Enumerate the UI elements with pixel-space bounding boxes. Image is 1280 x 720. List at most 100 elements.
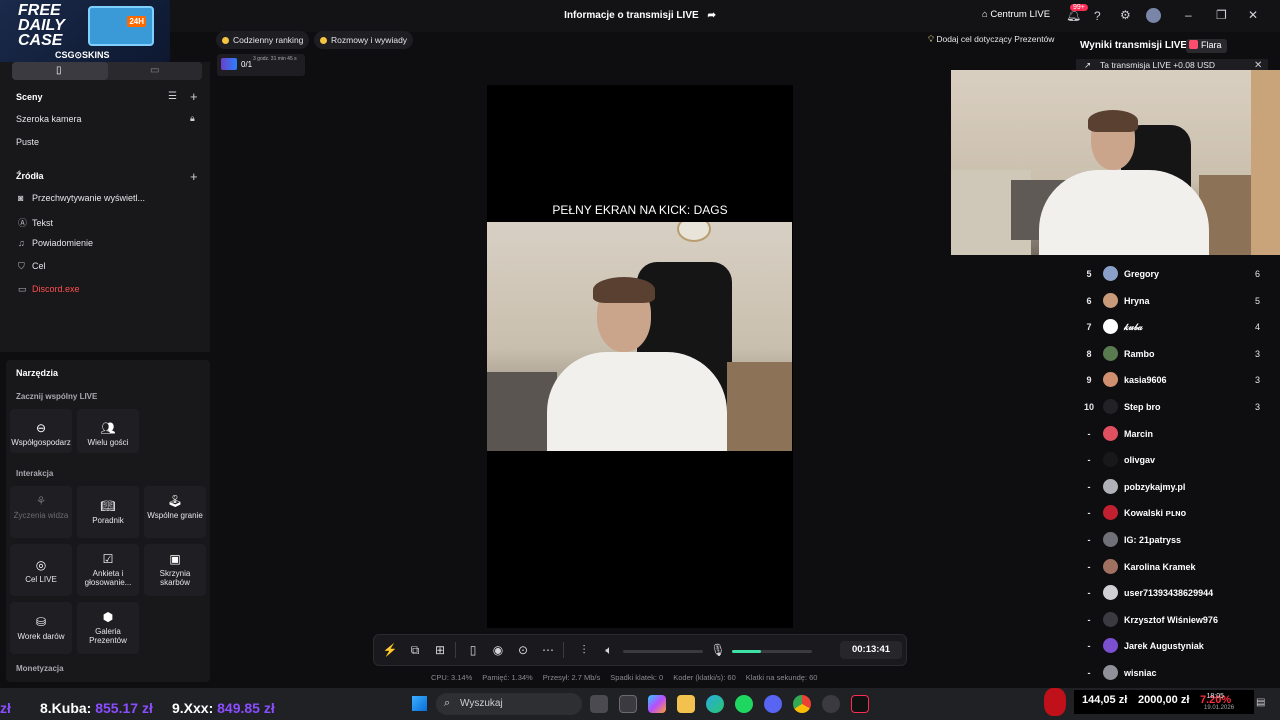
phone-icon[interactable]: ▯ (463, 643, 483, 657)
window-icon: ▭ (18, 284, 27, 294)
avatar (1103, 266, 1118, 281)
folder-icon[interactable] (677, 695, 695, 713)
ranking-row[interactable]: - wisniac (1076, 661, 1270, 685)
ranking-row[interactable]: - olivgav (1076, 448, 1270, 472)
add-gift-goal-button[interactable]: 💡︎ Dodaj cel dotyczący Prezentów (928, 34, 1064, 48)
minimize-icon[interactable]: – (1185, 8, 1192, 22)
volume-slider[interactable] (623, 650, 703, 653)
ranking-row[interactable]: - Karolina Kramek (1076, 555, 1270, 579)
discord-icon[interactable] (764, 695, 782, 713)
record-icon[interactable]: ◉ (488, 643, 508, 657)
microphone-icon[interactable]: 🎙︎ (708, 643, 728, 657)
avatar (1103, 611, 1118, 627)
landscape-icon[interactable]: ▭ (150, 65, 159, 76)
add-scene-icon[interactable]: + (190, 89, 198, 104)
help-icon[interactable]: ? (1094, 9, 1101, 23)
more-icon[interactable]: ⋯ (538, 643, 558, 657)
treasure-button[interactable]: ▣ Skrzynia skarbów (144, 544, 206, 596)
donation-heart-icon (1044, 688, 1066, 716)
live-goal-button[interactable]: ◎ Cel LIVE (10, 544, 72, 596)
scene-item[interactable]: Szeroka kamera (16, 114, 82, 124)
portrait-icon[interactable]: ▯ (56, 65, 62, 76)
viewer-name: Marcin (1124, 428, 1154, 439)
task-view-icon[interactable] (590, 695, 608, 713)
orientation-toggle[interactable]: ▯ ▭ (12, 62, 202, 80)
camera-popout (951, 70, 1280, 255)
gift-gallery-button[interactable]: ⬢ Galeria Prezentów (77, 602, 139, 654)
chrome-icon[interactable] (793, 695, 811, 713)
ranking-row[interactable]: - IG: 21patryss (1076, 528, 1270, 552)
source-item-error[interactable]: ▭ Discord.exe (18, 284, 80, 295)
edge-icon[interactable] (706, 695, 724, 713)
layout-icon[interactable]: ⧉ (405, 643, 425, 658)
ranking-row[interactable]: 5 Gregory 6 (1076, 262, 1270, 286)
magic-wand-icon[interactable]: ⚡ (380, 643, 400, 657)
obs-icon[interactable] (822, 695, 840, 713)
tiktok-icon[interactable] (851, 695, 869, 713)
rank-number: 7 (1086, 322, 1092, 333)
rank-number: - (1087, 481, 1091, 492)
viewer-name: Hryna (1124, 295, 1150, 306)
mic-level-slider[interactable] (732, 650, 812, 653)
gallery-icon: ⬢ (102, 610, 114, 624)
guide-button[interactable]: 📖︎ Poradnik (77, 486, 139, 538)
windows-start-icon[interactable] (412, 696, 427, 711)
mixer-icon[interactable]: ⫶ (574, 643, 594, 658)
users-icon: 👥︎ (100, 421, 116, 435)
clock-date: 19.01.2026 (1204, 705, 1235, 711)
ranking-row[interactable]: - pobzykajmy.pl (1076, 475, 1270, 499)
maximize-icon[interactable]: ❐ (1216, 8, 1227, 22)
scene-item[interactable]: Puste (16, 137, 39, 147)
gift-bag-button[interactable]: ⛁ Worek darów (10, 602, 72, 654)
checkbox-icon: ☑ (102, 552, 114, 566)
overlay-text: PEŁNY EKRAN NA KICK: DAGS (552, 203, 728, 217)
camera-feed (487, 222, 792, 451)
gear-icon[interactable]: ⚙ (1120, 8, 1131, 22)
avatar (1103, 665, 1118, 680)
store-icon[interactable] (619, 695, 637, 713)
talks-chip[interactable]: Rozmowy i wywiady (314, 31, 414, 49)
speaker-icon[interactable]: 🔈︎ (599, 643, 619, 658)
promo-banner[interactable]: FREE DAILY CASE 24H CSG⊙SKINS (0, 0, 170, 62)
spotify-icon[interactable] (735, 695, 753, 713)
avatar[interactable] (1146, 8, 1161, 23)
flare-button[interactable]: Flara (1186, 39, 1227, 53)
add-overlay-icon[interactable]: ⊞ (430, 643, 450, 657)
bag-icon: ⛁ (35, 615, 47, 629)
source-item[interactable]: ♫ Powiadomienie (18, 238, 93, 248)
share-icon[interactable]: ➦ (707, 10, 715, 21)
taskbar-search[interactable]: ⌕ Wyszukaj (436, 693, 582, 715)
viewer-name: kasia9606 (1124, 375, 1167, 386)
ranking-row[interactable]: - Kowalski ᴘʟɴᴏ (1076, 501, 1270, 525)
center-live-button[interactable]: ⌂ Centrum LIVE (982, 9, 1050, 20)
ranking-row[interactable]: 7 𝓀𝓊𝒷𝒶 4 (1076, 315, 1270, 339)
avatar (1103, 638, 1118, 654)
multi-guest-button[interactable]: 👥︎ Wielu gości (77, 409, 139, 453)
notifications-icon[interactable]: ▤ (1256, 697, 1265, 708)
goal-widget[interactable]: 0/1 3 godz. 31 min 45 s (217, 54, 305, 76)
avatar (1103, 345, 1118, 361)
source-item[interactable]: Ⓐ Tekst (18, 216, 53, 229)
ranking-row[interactable]: - Jarek Augustyniak (1076, 634, 1270, 658)
copilot-icon[interactable] (648, 695, 666, 713)
replay-icon[interactable]: ⊙ (513, 643, 533, 657)
cohost-button[interactable]: ⊖ Współgospodarz (10, 409, 72, 453)
add-source-icon[interactable]: + (190, 169, 198, 184)
ranking-row[interactable]: 10 Step bro 3 (1076, 395, 1270, 419)
ranking-row[interactable]: - user71393438629944 (1076, 581, 1270, 605)
ranking-row[interactable]: 8 Rambo 3 (1076, 342, 1270, 366)
close-icon[interactable]: ✕ (1248, 8, 1258, 22)
viewer-score: 3 (1254, 402, 1260, 412)
wishes-button[interactable]: ⚘ Życzenia widza (10, 486, 72, 538)
list-icon[interactable]: ☰ (168, 91, 177, 102)
source-item[interactable]: ⛉ Cel (18, 261, 46, 272)
ranking-row[interactable]: 6 Hryna 5 (1076, 289, 1270, 313)
source-item[interactable]: ◙ Przechwytywanie wyświetl... (18, 193, 145, 203)
ranking-row[interactable]: 9 kasia9606 3 (1076, 368, 1270, 392)
poll-button[interactable]: ☑ Ankieta i głosowanie... (77, 544, 139, 596)
ranking-row[interactable]: - Marcin (1076, 422, 1270, 446)
lock-icon[interactable]: 🔒︎ (190, 113, 195, 124)
coplay-button[interactable]: 🕹︎ Wspólne granie (144, 486, 206, 538)
ranking-row[interactable]: - Krzysztof Wiśniew976 (1076, 608, 1270, 632)
daily-ranking-chip[interactable]: Codzienny ranking (216, 31, 310, 49)
